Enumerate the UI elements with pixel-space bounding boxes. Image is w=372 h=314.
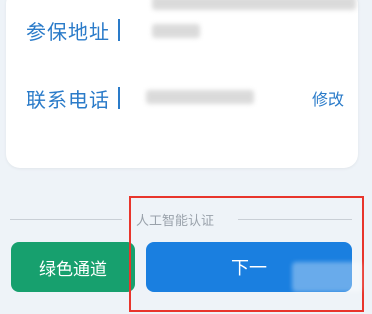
divider-line-left: [10, 219, 122, 220]
green-channel-button[interactable]: 绿色通道: [11, 242, 135, 292]
next-button[interactable]: 下一: [146, 242, 352, 292]
info-card: 参保地址 联系电话 修改: [6, 0, 358, 168]
phone-label: 联系电话: [26, 87, 110, 112]
divider-line-right: [238, 219, 352, 220]
address-label: 参保地址: [26, 19, 110, 44]
ai-auth-divider: 人工智能认证: [10, 206, 352, 229]
address-separator: [118, 19, 120, 41]
address-value-redacted-line2: [152, 24, 200, 38]
phone-separator: [118, 87, 120, 109]
address-value-redacted: [152, 0, 356, 10]
ai-auth-text: 人工智能认证: [136, 214, 215, 229]
phone-value-redacted: [146, 90, 254, 104]
modify-phone-link[interactable]: 修改: [312, 86, 344, 110]
